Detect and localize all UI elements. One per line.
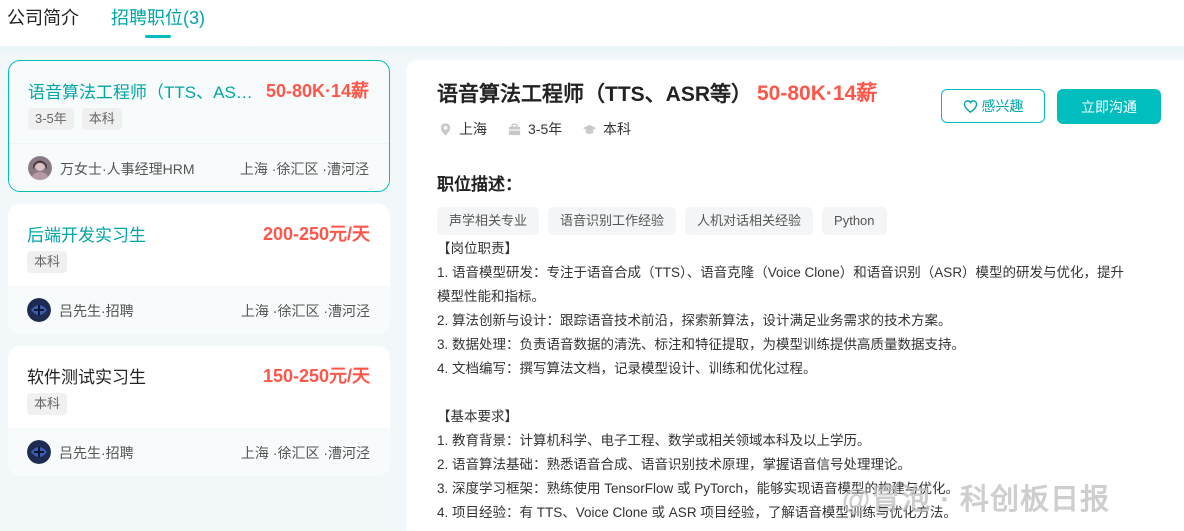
detail-degree-text: 本科 <box>603 121 631 137</box>
skill-tag: 声学相关专业 <box>437 207 540 235</box>
job-location: 上海 ·徐汇区 ·漕河泾 <box>239 161 369 177</box>
job-location: 上海 ·徐汇区 ·漕河泾 <box>240 303 370 319</box>
detail-title: 语音算法工程师（TTS、ASR等） <box>437 83 752 106</box>
desc-line: 3. 数据处理：负责语音数据的清洗、标注和特征提取，为模型训练提供高质量数据支持… <box>437 337 966 352</box>
detail-experience: 3-5年 <box>507 119 562 139</box>
recruiter-name: 万女士·人事经理HRM <box>60 161 195 177</box>
job-location: 上海 ·徐汇区 ·漕河泾 <box>240 445 370 461</box>
desc-line: 1. 教育背景：计算机科学、电子工程、数学或相关领域本科及以上学历。 <box>437 433 871 448</box>
desc-line: 4. 文档编写：撰写算法文档，记录模型设计、训练和优化过程。 <box>437 361 817 376</box>
chat-now-button[interactable]: 立即沟通 <box>1057 89 1161 124</box>
interested-button-label: 感兴趣 <box>981 98 1024 114</box>
desc-line: 2. 算法创新与设计：跟踪语音技术前沿，探索新算法，设计满足业务需求的技术方案。 <box>437 313 952 328</box>
desc-line: 2. 语音算法基础：熟悉语音合成、语音识别技术原理，掌握语音信号处理理论。 <box>437 457 912 472</box>
job-card-qa-intern[interactable]: 软件测试实习生 150-250元/天 本科 吕先生·招聘 上海 ·徐汇区 ·漕河… <box>8 346 390 476</box>
tag-degree: 本科 <box>27 251 68 273</box>
job-detail-panel: 语音算法工程师（TTS、ASR等） 50-80K·14薪 上海 3-5年 本科 … <box>406 60 1184 531</box>
job-title: 后端开发实习生 <box>27 226 146 245</box>
job-salary: 150-250元/天 <box>262 366 370 386</box>
recruiter-name: 吕先生·招聘 <box>59 303 134 319</box>
detail-city: 上海 <box>438 119 487 139</box>
recruiter-avatar <box>27 298 51 322</box>
tag-experience: 3-5年 <box>28 108 74 130</box>
detail-city-text: 上海 <box>459 121 487 137</box>
watermark: @冒泡 · 科创板日报 <box>842 484 1111 516</box>
detail-degree: 本科 <box>582 119 631 139</box>
detail-salary: 50-80K·14薪 <box>757 82 878 105</box>
tab-job-openings[interactable]: 招聘职位(3) <box>111 4 205 30</box>
desc-blank-line <box>437 381 1172 405</box>
chat-now-button-label: 立即沟通 <box>1081 98 1137 115</box>
desc-line: 1. 语音模型研发：专注于语音合成（TTS）、语音克隆（Voice Clone）… <box>437 265 1125 280</box>
desc-line: 【岗位职责】 <box>437 241 518 256</box>
desc-line: 【基本要求】 <box>437 409 518 424</box>
tab-company-intro[interactable]: 公司简介 <box>7 4 79 30</box>
job-title: 语音算法工程师（TTS、ASR等） <box>28 83 256 102</box>
tag-degree: 本科 <box>81 108 122 130</box>
job-card-backend-intern[interactable]: 后端开发实习生 200-250元/天 本科 吕先生·招聘 上海 ·徐汇区 ·漕河… <box>8 204 390 334</box>
top-tab-bar: 公司简介 招聘职位(3) <box>0 0 1184 46</box>
job-tags: 本科 <box>27 393 68 415</box>
skill-tag: Python <box>822 207 887 235</box>
tag-degree: 本科 <box>27 393 68 415</box>
skill-tag: 人机对话相关经验 <box>685 207 814 235</box>
job-card-speech-algorithm[interactable]: 语音算法工程师（TTS、ASR等） 50-80K·14薪 3-5年 本科 万女士… <box>8 60 390 192</box>
desc-line: 模型性能和指标。 <box>437 289 545 304</box>
recruiter-avatar <box>28 156 52 180</box>
recruiter-name: 吕先生·招聘 <box>59 445 134 461</box>
job-card-footer: 吕先生·招聘 上海 ·徐汇区 ·漕河泾 <box>8 286 390 334</box>
interested-button[interactable]: 感兴趣 <box>941 89 1045 123</box>
job-tags: 3-5年 本科 <box>28 108 122 130</box>
active-tab-indicator <box>145 35 171 38</box>
job-salary: 200-250元/天 <box>262 224 370 244</box>
job-salary: 50-80K·14薪 <box>265 81 369 101</box>
skill-tags: 声学相关专业 语音识别工作经验 人机对话相关经验 Python <box>437 207 887 235</box>
job-card-footer: 万女士·人事经理HRM 上海 ·徐汇区 ·漕河泾 <box>9 143 389 191</box>
recruiter-avatar <box>27 440 51 464</box>
job-tags: 本科 <box>27 251 68 273</box>
job-title: 软件测试实习生 <box>27 368 146 387</box>
briefcase-icon <box>508 123 521 135</box>
location-pin-icon <box>440 122 451 136</box>
job-description-heading: 职位描述： <box>437 175 522 194</box>
graduation-cap-icon <box>582 124 597 134</box>
heart-icon <box>963 99 977 113</box>
job-card-footer: 吕先生·招聘 上海 ·徐汇区 ·漕河泾 <box>8 428 390 476</box>
skill-tag: 语音识别工作经验 <box>548 207 677 235</box>
detail-experience-text: 3-5年 <box>528 121 563 137</box>
